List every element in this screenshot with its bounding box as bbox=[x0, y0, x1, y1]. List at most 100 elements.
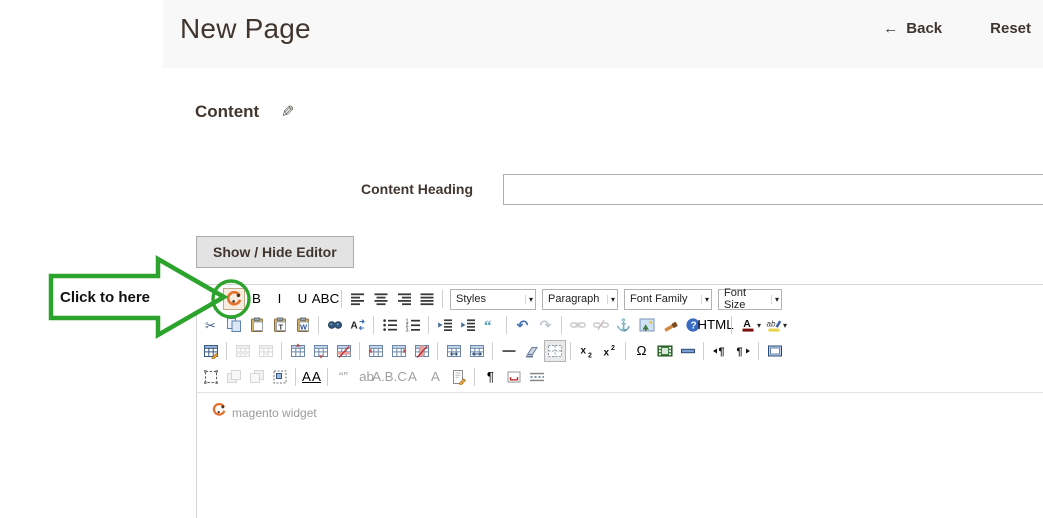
absolute-position-button[interactable] bbox=[269, 366, 291, 388]
font-family-select-value: Font Family bbox=[630, 293, 687, 305]
toolbar-separator bbox=[442, 290, 443, 308]
font-size-select[interactable]: Font Size▾ bbox=[718, 289, 782, 310]
right-to-left-button[interactable]: ¶ bbox=[732, 340, 754, 362]
toolbar-separator bbox=[359, 342, 360, 360]
cut-button[interactable]: ✂ bbox=[200, 314, 222, 336]
acronym-button: A.B.C bbox=[379, 366, 401, 388]
bullet-list-icon bbox=[382, 317, 398, 333]
numbered-list-button[interactable]: 1.2.3. bbox=[402, 314, 424, 336]
insert-table-button[interactable] bbox=[200, 340, 222, 362]
toolbar-separator bbox=[318, 316, 319, 334]
insert-media-button[interactable] bbox=[654, 340, 676, 362]
cleanup-icon bbox=[662, 317, 678, 333]
justify-full-button[interactable] bbox=[416, 288, 438, 310]
svg-text:?: ? bbox=[690, 321, 696, 332]
fullscreen-button[interactable] bbox=[764, 340, 786, 362]
special-character-button[interactable]: Ω bbox=[631, 340, 653, 362]
blockquote-button[interactable]: “ bbox=[480, 314, 502, 336]
non-breaking-space-button[interactable] bbox=[503, 366, 525, 388]
toolbar-separator bbox=[625, 342, 626, 360]
text-color-button[interactable]: A bbox=[737, 314, 759, 336]
svg-text:x: x bbox=[580, 346, 586, 357]
deletion-button: A bbox=[402, 366, 424, 388]
remove-formatting-button[interactable] bbox=[521, 340, 543, 362]
widget-partial-button[interactable] bbox=[200, 288, 222, 310]
special-character-icon: Ω bbox=[637, 344, 647, 357]
page-break-button[interactable] bbox=[526, 366, 548, 388]
delete-column-button[interactable] bbox=[411, 340, 433, 362]
copy-button[interactable] bbox=[223, 314, 245, 336]
content-heading-input[interactable] bbox=[503, 174, 1043, 205]
justify-left-button[interactable] bbox=[347, 288, 369, 310]
underline-button[interactable]: U bbox=[292, 288, 314, 310]
page-title: New Page bbox=[180, 13, 311, 45]
outdent-button[interactable] bbox=[434, 314, 456, 336]
text-color-dropdown-arrow[interactable]: ▾ bbox=[757, 321, 761, 330]
paste-as-text-button[interactable]: T bbox=[269, 314, 291, 336]
justify-right-button[interactable] bbox=[393, 288, 415, 310]
left-to-right-button[interactable]: ¶ bbox=[709, 340, 731, 362]
bullet-list-button[interactable] bbox=[379, 314, 401, 336]
styles-select[interactable]: Styles▾ bbox=[450, 289, 536, 310]
paste-from-word-button[interactable]: W bbox=[292, 314, 314, 336]
outdent-icon bbox=[437, 317, 453, 333]
bold-button[interactable]: B bbox=[246, 288, 268, 310]
insert-image-button[interactable] bbox=[636, 314, 658, 336]
visual-characters-button[interactable]: ¶ bbox=[480, 366, 502, 388]
insert-row-after-button[interactable] bbox=[310, 340, 332, 362]
subscript-button[interactable]: x2 bbox=[576, 340, 598, 362]
background-color-button[interactable]: ab bbox=[763, 314, 785, 336]
insert-column-before-button[interactable] bbox=[365, 340, 387, 362]
toolbar-separator bbox=[561, 316, 562, 334]
paste-as-text-icon: T bbox=[272, 317, 288, 333]
paragraph-format-select[interactable]: Paragraph▾ bbox=[542, 289, 618, 310]
toolbar-separator bbox=[492, 342, 493, 360]
find-replace-button[interactable]: A bbox=[347, 314, 369, 336]
advanced-hr-icon bbox=[680, 343, 696, 359]
merge-cells-button[interactable] bbox=[466, 340, 488, 362]
toolbar-row: ✂TWA1.2.3.“↶↷⚓?HTMLA▾ab▾ bbox=[199, 312, 1043, 338]
move-backward-icon bbox=[249, 369, 265, 385]
insert-column-after-button[interactable] bbox=[388, 340, 410, 362]
editor-body[interactable]: magento widget bbox=[197, 393, 1043, 518]
content-heading-label: Content Heading bbox=[300, 181, 473, 197]
background-color-dropdown-arrow[interactable]: ▾ bbox=[783, 321, 787, 330]
advanced-hr-button[interactable] bbox=[677, 340, 699, 362]
insertion-button: A bbox=[425, 366, 447, 388]
html-source-button[interactable]: HTML bbox=[705, 314, 727, 336]
horizontal-rule-button[interactable] bbox=[498, 340, 520, 362]
anchor-button[interactable]: ⚓ bbox=[613, 314, 635, 336]
back-button[interactable]: ← Back bbox=[883, 20, 942, 37]
find-button[interactable] bbox=[324, 314, 346, 336]
visual-aid-button[interactable] bbox=[544, 340, 566, 362]
font-family-select[interactable]: Font Family▾ bbox=[624, 289, 712, 310]
undo-button[interactable]: ↶ bbox=[512, 314, 534, 336]
reset-button[interactable]: Reset bbox=[990, 20, 1031, 37]
paste-button[interactable] bbox=[246, 314, 268, 336]
justify-right-icon bbox=[396, 291, 412, 307]
italic-button[interactable]: I bbox=[269, 288, 291, 310]
move-backward-button bbox=[246, 366, 268, 388]
widget-placeholder[interactable]: magento widget bbox=[212, 403, 317, 422]
delete-row-button[interactable] bbox=[333, 340, 355, 362]
toolbar-row: A A“”abA.B.CAA¶ bbox=[199, 364, 1043, 390]
strikethrough-button[interactable]: ABC bbox=[315, 288, 337, 310]
show-hide-editor-button[interactable]: Show / Hide Editor bbox=[196, 236, 354, 268]
magento-widget-icon bbox=[212, 403, 226, 422]
merge-cells-icon bbox=[469, 343, 485, 359]
insert-row-before-icon bbox=[290, 343, 306, 359]
attributes-button[interactable] bbox=[448, 366, 470, 388]
style-properties-button[interactable]: A A bbox=[301, 366, 323, 388]
delete-column-icon bbox=[414, 343, 430, 359]
indent-button[interactable] bbox=[457, 314, 479, 336]
insert-row-before-button[interactable] bbox=[287, 340, 309, 362]
superscript-button[interactable]: x2 bbox=[599, 340, 621, 362]
insert-layer-button[interactable] bbox=[200, 366, 222, 388]
edit-pencil-icon[interactable]: ✎ bbox=[281, 102, 294, 122]
toolbar-separator bbox=[758, 342, 759, 360]
justify-center-button[interactable] bbox=[370, 288, 392, 310]
split-cells-button[interactable] bbox=[443, 340, 465, 362]
cleanup-button[interactable] bbox=[659, 314, 681, 336]
svg-text:¶: ¶ bbox=[718, 346, 724, 358]
insert-widget-button[interactable] bbox=[223, 288, 245, 310]
